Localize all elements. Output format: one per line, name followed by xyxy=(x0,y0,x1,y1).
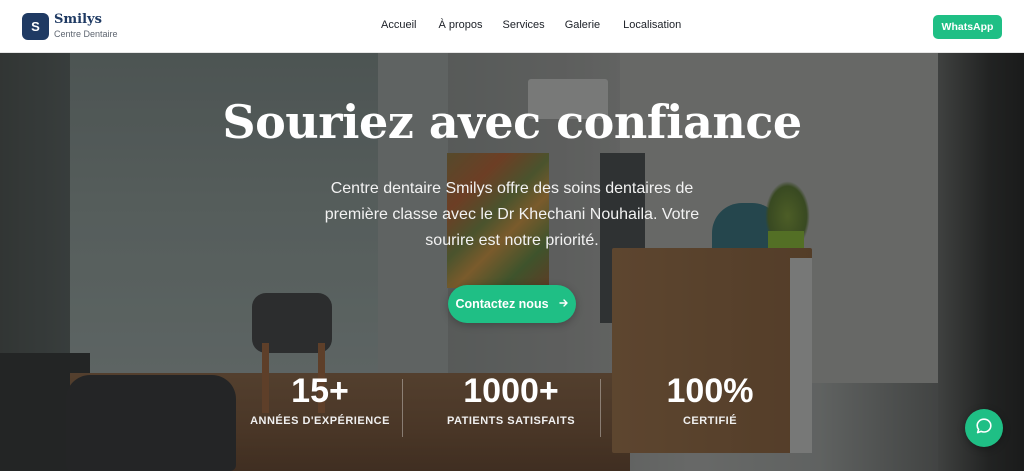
stats-row: 15+ ANNÉES D'EXPÉRIENCE 1000+ PATIENTS S… xyxy=(230,371,790,441)
hero-title: Souriez avec confiance xyxy=(222,95,802,149)
nav-accueil[interactable]: Accueil xyxy=(381,19,416,31)
logo-text: Smilys Centre Dentaire xyxy=(54,11,118,39)
nav-localisation[interactable]: Localisation xyxy=(623,19,681,31)
logo-mark: S xyxy=(22,13,49,40)
stat-certified: 100% CERTIFIÉ xyxy=(620,371,800,427)
stat-patients: 1000+ PATIENTS SATISFAITS xyxy=(421,371,601,427)
stat-experience: 15+ ANNÉES D'EXPÉRIENCE xyxy=(230,371,410,427)
brand-name: Smilys xyxy=(54,11,102,27)
whatsapp-button[interactable]: WhatsApp xyxy=(933,15,1002,39)
hero-section: Souriez avec confiance Centre dentaire S… xyxy=(0,53,1024,471)
stat-value: 1000+ xyxy=(463,372,559,410)
site-header: S Smilys Centre Dentaire Accueil À propo… xyxy=(0,0,1024,53)
contact-button[interactable]: Contactez nous xyxy=(448,285,576,323)
hero-subtitle: Centre dentaire Smilys offre des soins d… xyxy=(324,180,700,249)
stat-label: CERTIFIÉ xyxy=(682,415,738,427)
nav-a-propos[interactable]: À propos xyxy=(438,19,482,31)
stat-value: 15+ xyxy=(291,372,349,410)
nav-galerie[interactable]: Galerie xyxy=(565,19,600,31)
stat-label: PATIENTS SATISFAITS xyxy=(446,415,576,427)
nav-services[interactable]: Services xyxy=(503,19,545,31)
chat-button[interactable] xyxy=(965,409,1003,447)
main-nav: Accueil À propos Services Galerie Locali… xyxy=(381,19,681,31)
logo[interactable]: S Smilys Centre Dentaire xyxy=(22,13,118,40)
brand-subtitle: Centre Dentaire xyxy=(54,28,118,39)
stat-value: 100% xyxy=(666,372,754,410)
stat-divider xyxy=(402,379,403,437)
arrow-right-icon xyxy=(558,298,569,311)
stat-label: ANNÉES D'EXPÉRIENCE xyxy=(250,415,390,427)
chat-bubble-icon xyxy=(975,417,993,440)
contact-button-label: Contactez nous xyxy=(455,297,549,311)
stat-divider xyxy=(600,379,601,437)
